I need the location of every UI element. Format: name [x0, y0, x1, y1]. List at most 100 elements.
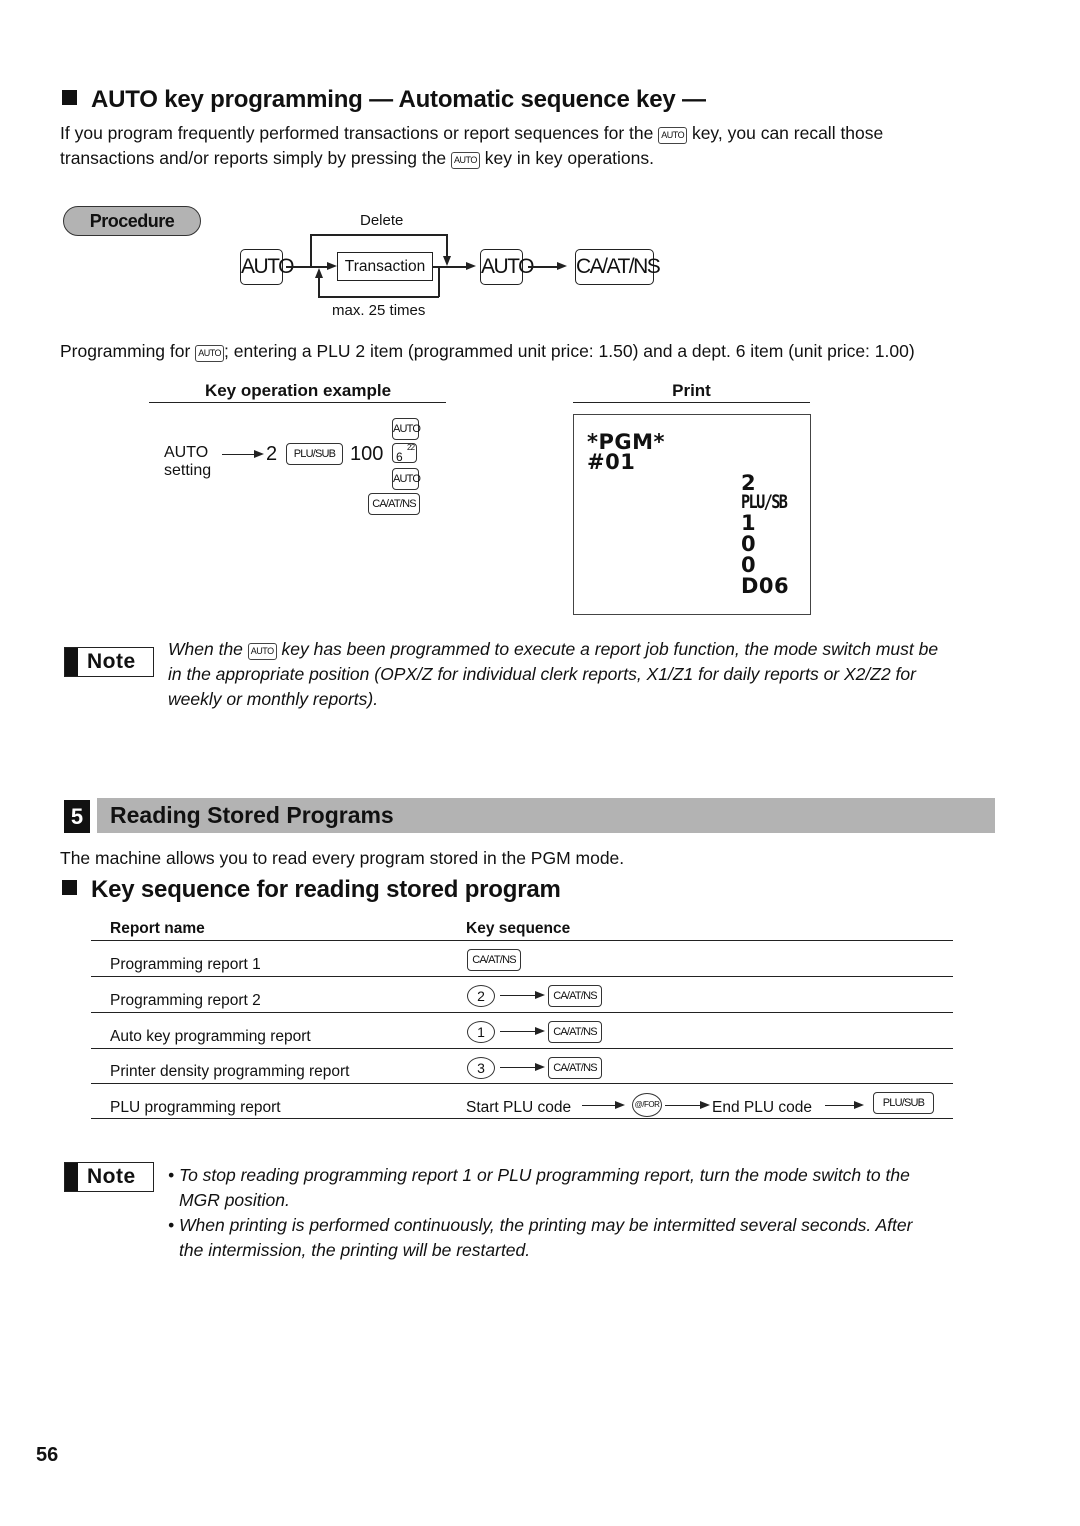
ca-at-ns-key: CA/AT/NS: [548, 1057, 602, 1079]
at-for-key: @/FOR: [632, 1093, 662, 1117]
end-plu-code-label: End PLU code: [712, 1099, 812, 1116]
numeric-key: 3: [467, 1057, 495, 1079]
arrow-right-icon: [466, 262, 476, 270]
flow-line: [528, 266, 560, 268]
numeric-key: 2: [467, 985, 495, 1007]
start-plu-code-label: Start PLU code: [466, 1099, 572, 1116]
receipt-line: 1: [741, 511, 757, 535]
note-bullets: • To stop reading programming report 1 o…: [168, 1163, 912, 1263]
heading-square-bullet-icon: [62, 880, 77, 895]
caption-text: ; entering a PLU 2 item (programmed unit…: [224, 341, 915, 361]
note-bullet-line: • When printing is performed continuousl…: [168, 1215, 913, 1235]
note-bullet-line: the intermission, the printing will be r…: [179, 1240, 531, 1260]
receipt-line: 0: [741, 553, 757, 577]
receipt-line: #01: [587, 450, 636, 474]
delete-label: Delete: [360, 212, 404, 229]
arrow-right-icon: [700, 1101, 710, 1109]
auto-setting-label: AUTO setting: [164, 444, 211, 480]
auto-key-2: AUTO: [480, 249, 534, 285]
note-bullet-line: MGR position.: [179, 1190, 290, 1210]
flow-line: [500, 995, 538, 997]
note-badge: Note: [64, 1162, 154, 1192]
ca-at-ns-key: CA/AT/NS: [548, 1021, 602, 1043]
auto-key-inline: AUTO: [658, 127, 688, 144]
arrow-up-icon: [315, 268, 323, 278]
print-heading: Print: [672, 381, 711, 400]
report-name: Auto key programming report: [110, 1028, 311, 1045]
note-label: Note: [87, 650, 136, 673]
flow-line: [500, 1031, 538, 1033]
auto-key-heading-text: AUTO key programming — Automatic sequenc…: [91, 86, 706, 113]
key-sequence-heading: Key sequence for reading stored program: [62, 876, 561, 904]
receipt-line: D06: [741, 574, 790, 598]
intro-text: transactions and/or reports simply by pr…: [60, 148, 447, 168]
flow-line: [438, 266, 440, 297]
divider: [573, 402, 810, 403]
numeric-key: 1: [467, 1021, 495, 1043]
flow-line: [446, 234, 448, 258]
report-name: Programming report 2: [110, 992, 261, 1009]
ca-at-ns-key: CA/AT/NS: [467, 949, 521, 971]
flow-line: [500, 1067, 538, 1069]
dept-key-label: 6: [396, 450, 403, 464]
arrow-right-icon: [854, 1101, 864, 1109]
arrow-right-icon: [254, 450, 264, 458]
flow-line: [310, 234, 312, 266]
ca-at-ns-key-stack: CA/AT/NS: [368, 493, 420, 515]
divider: [91, 940, 953, 941]
note-text-span: When the: [168, 639, 243, 659]
divider: [91, 1118, 953, 1119]
column-header-key-sequence: Key sequence: [466, 920, 571, 937]
divider: [91, 976, 953, 977]
dept-6-key: 6 22: [392, 443, 417, 464]
intro-text: key in key operations.: [484, 148, 655, 168]
reading-intro: The machine allows you to read every pro…: [60, 848, 625, 868]
receipt-line: 0: [741, 532, 757, 556]
arrow-right-icon: [557, 262, 567, 270]
auto-label: AUTO: [164, 444, 209, 461]
auto-intro-line-2: transactions and/or reports simply by pr…: [60, 146, 654, 171]
auto-key: AUTO: [240, 249, 294, 285]
note-text: When the AUTO key has been programmed to…: [168, 637, 938, 712]
intro-text: If you program frequently performed tran…: [60, 123, 654, 143]
auto-key-inline: AUTO: [451, 152, 480, 169]
arrow-down-icon: [443, 256, 451, 266]
page-number: 56: [36, 1444, 59, 1466]
auto-intro-line-1: If you program frequently performed tran…: [60, 121, 883, 146]
auto-key-heading: AUTO key programming — Automatic sequenc…: [62, 86, 706, 114]
example-caption: Programming for AUTO; entering a PLU 2 i…: [60, 339, 915, 364]
note-line-3: weekly or monthly reports).: [168, 689, 379, 709]
dept-key-superscript: 22: [407, 443, 415, 452]
flow-line: [665, 1105, 703, 1107]
plu-sub-key: PLU/SUB: [286, 443, 343, 465]
flow-line: [582, 1105, 618, 1107]
flow-line: [222, 454, 256, 456]
arrow-right-icon: [535, 1063, 545, 1071]
flow-line: [825, 1105, 857, 1107]
note-badge: Note: [64, 647, 154, 677]
note-label: Note: [87, 1165, 136, 1188]
loop-label: max. 25 times: [332, 302, 426, 319]
arrow-right-icon: [535, 1027, 545, 1035]
divider: [149, 402, 446, 403]
ca-at-ns-key: CA/AT/NS: [548, 985, 602, 1007]
note-bar-icon: [65, 1163, 78, 1191]
procedure-label: Procedure: [63, 206, 201, 236]
key-sequence-heading-text: Key sequence for reading stored program: [91, 876, 561, 903]
auto-key-stack-2: AUTO: [392, 468, 421, 490]
plu-number: 2: [266, 443, 278, 465]
note-bullet-line: • To stop reading programming report 1 o…: [168, 1165, 910, 1185]
report-name: Printer density programming report: [110, 1063, 350, 1080]
note-line-2: in the appropriate position (OPX/Z for i…: [168, 664, 916, 684]
receipt-line: PLU/SB: [741, 491, 788, 513]
heading-square-bullet-icon: [62, 90, 77, 105]
setting-label: setting: [164, 462, 212, 479]
flow-line: [318, 276, 320, 297]
flow-line: [310, 234, 447, 236]
note-line-1: When the AUTO key has been programmed to…: [168, 637, 938, 662]
key-operation-heading: Key operation example: [204, 381, 392, 400]
ca-at-ns-key: CA/AT/NS: [575, 249, 661, 285]
receipt-printout: *PGM* #01 2 PLU/SB 1 0 0 D06: [573, 414, 811, 615]
divider: [91, 1048, 953, 1049]
auto-key-inline: AUTO: [247, 643, 277, 660]
